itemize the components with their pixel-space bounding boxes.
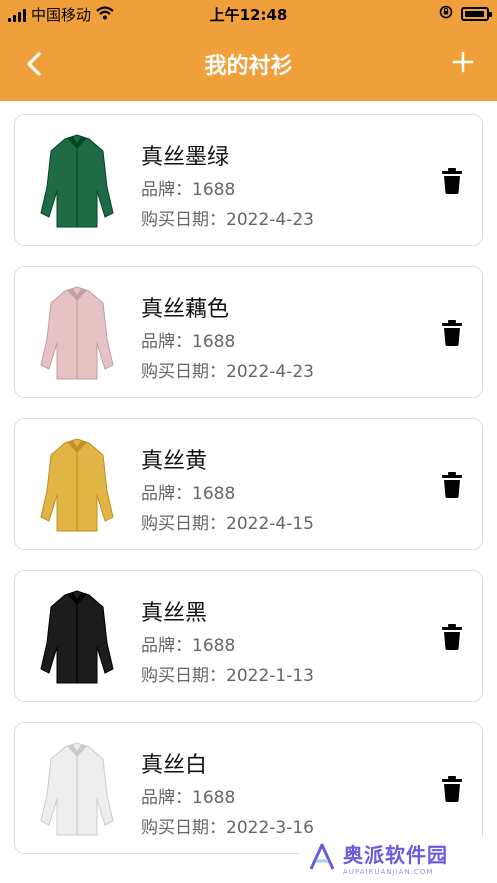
trash-icon[interactable] — [440, 319, 464, 347]
watermark-logo-icon — [309, 843, 335, 870]
add-shirt-button[interactable] — [445, 44, 481, 80]
item-date: 购买日期：2022-4-23 — [141, 362, 314, 382]
item-date: 购买日期：2022-4-23 — [141, 210, 314, 230]
shirt-thumbnail — [40, 590, 114, 684]
item-name: 真丝藕色 — [141, 297, 230, 322]
item-brand: 品牌：1688 — [141, 484, 236, 504]
status-right — [439, 4, 492, 23]
watermark: 奥派软件园 AUPAIRUANJIAN.COM — [299, 837, 489, 877]
shirt-thumbnail — [40, 438, 114, 532]
list-item[interactable]: 真丝黑 品牌：1688 购买日期：2022-1-13 — [14, 570, 483, 702]
header-bar: 中国移动 上午12:48 我的衬衫 — [0, 0, 497, 101]
item-date: 购买日期：2022-4-15 — [141, 514, 314, 534]
shirt-thumbnail — [40, 134, 114, 228]
watermark-text: 奥派软件园 AUPAIRUANJIAN.COM — [343, 839, 448, 876]
item-brand: 品牌：1688 — [141, 788, 236, 808]
trash-icon[interactable] — [440, 167, 464, 195]
item-date: 购买日期：2022-1-13 — [141, 666, 314, 686]
item-name: 真丝黑 — [141, 601, 208, 626]
item-date: 购买日期：2022-3-16 — [141, 818, 314, 838]
trash-icon[interactable] — [440, 623, 464, 651]
plus-icon — [452, 51, 474, 73]
rotation-lock-icon — [439, 4, 453, 23]
item-brand: 品牌：1688 — [141, 636, 236, 656]
list-item[interactable]: 真丝白 品牌：1688 购买日期：2022-3-16 — [14, 722, 483, 854]
navbar: 我的衬衫 — [0, 36, 497, 92]
trash-icon[interactable] — [440, 471, 464, 499]
shirt-thumbnail — [40, 286, 114, 380]
status-bar: 中国移动 上午12:48 — [0, 0, 497, 28]
watermark-sub: AUPAIRUANJIAN.COM — [343, 867, 434, 876]
list-item[interactable]: 真丝藕色 品牌：1688 购买日期：2022-4-23 — [14, 266, 483, 398]
trash-icon[interactable] — [440, 775, 464, 803]
battery-icon — [461, 6, 492, 21]
item-name: 真丝黄 — [141, 449, 208, 474]
shirt-thumbnail — [40, 742, 114, 836]
watermark-main: 奥派软件园 — [343, 842, 448, 867]
item-name: 真丝白 — [141, 753, 208, 778]
page-title: 我的衬衫 — [204, 54, 293, 79]
list-item[interactable]: 真丝墨绿 品牌：1688 购买日期：2022-4-23 — [14, 114, 483, 246]
item-brand: 品牌：1688 — [141, 332, 236, 352]
status-time: 上午12:48 — [209, 6, 288, 24]
list-item[interactable]: 真丝黄 品牌：1688 购买日期：2022-4-15 — [14, 418, 483, 550]
item-brand: 品牌：1688 — [141, 180, 236, 200]
item-name: 真丝墨绿 — [141, 145, 230, 170]
